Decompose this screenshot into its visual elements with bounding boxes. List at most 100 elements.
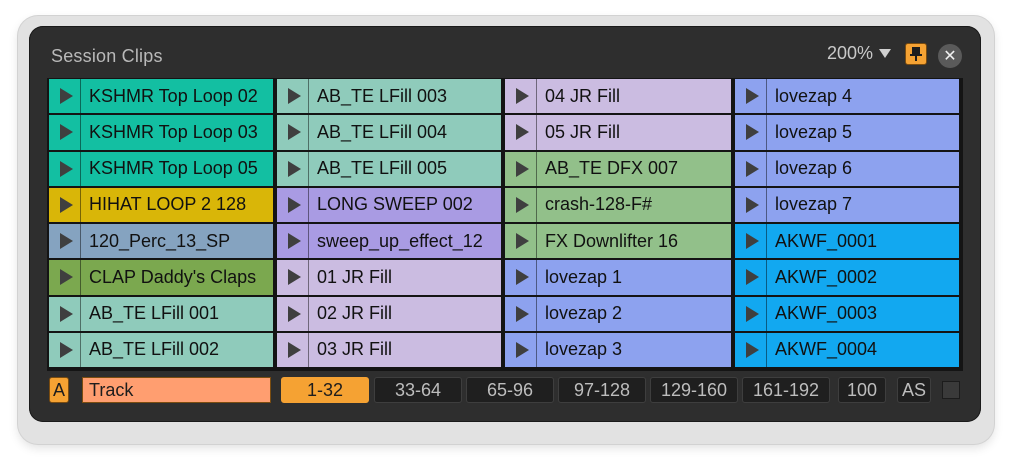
close-icon[interactable]: ✕ bbox=[938, 44, 962, 68]
clip-slot[interactable]: lovezap 3 bbox=[505, 332, 731, 367]
clip-name: lovezap 5 bbox=[775, 121, 853, 142]
clip-name: FX Downlifter 16 bbox=[545, 230, 679, 251]
play-icon[interactable] bbox=[505, 187, 537, 222]
clip-slot[interactable]: sweep_up_effect_12 bbox=[277, 224, 501, 259]
play-icon[interactable] bbox=[49, 296, 81, 331]
clip-slot[interactable]: FX Downlifter 16 bbox=[505, 224, 731, 259]
clip-name: KSHMR Top Loop 02 bbox=[89, 85, 258, 106]
zoom-dropdown[interactable]: 200% bbox=[827, 43, 892, 64]
clip-name: 05 JR Fill bbox=[545, 121, 621, 142]
clip-name: AB_TE LFill 004 bbox=[317, 121, 448, 142]
play-icon[interactable] bbox=[49, 260, 81, 295]
clip-slot[interactable]: KSHMR Top Loop 03 bbox=[49, 115, 273, 150]
play-icon[interactable] bbox=[277, 224, 309, 259]
clip-slot[interactable]: AB_TE DFX 007 bbox=[505, 151, 731, 186]
page-button-6[interactable]: 161-192 bbox=[742, 377, 830, 403]
square-toggle[interactable] bbox=[942, 381, 960, 399]
clip-slot[interactable]: lovezap 2 bbox=[505, 296, 731, 331]
play-icon[interactable] bbox=[49, 79, 81, 114]
clip-name: KSHMR Top Loop 05 bbox=[89, 158, 258, 179]
page-button-1[interactable]: 1-32 bbox=[281, 377, 369, 403]
play-icon[interactable] bbox=[277, 151, 309, 186]
clip-slot[interactable]: 02 JR Fill bbox=[277, 296, 501, 331]
clip-name: sweep_up_effect_12 bbox=[317, 230, 483, 251]
play-icon[interactable] bbox=[49, 332, 81, 367]
clip-slot[interactable]: lovezap 6 bbox=[735, 151, 959, 186]
play-icon[interactable] bbox=[49, 151, 81, 186]
session-clips-panel: Session Clips 200% ✕ KSHMR Top Loop 02 KS… bbox=[29, 26, 981, 422]
zoom-value: 200% bbox=[827, 43, 874, 63]
clip-name: crash-128-F# bbox=[545, 194, 653, 215]
clip-slot[interactable]: lovezap 1 bbox=[505, 260, 731, 295]
track-name-field[interactable]: Track bbox=[82, 377, 271, 403]
clip-slot[interactable]: AB_TE LFill 002 bbox=[49, 332, 273, 367]
play-icon[interactable] bbox=[49, 224, 81, 259]
clip-name: LONG SWEEP 002 bbox=[317, 194, 473, 215]
play-icon[interactable] bbox=[735, 79, 767, 114]
play-icon[interactable] bbox=[49, 187, 81, 222]
clip-name: AB_TE LFill 002 bbox=[89, 339, 220, 360]
clip-slot[interactable]: lovezap 4 bbox=[735, 79, 959, 114]
a-toggle-button[interactable]: A bbox=[49, 377, 69, 403]
page-button-2[interactable]: 33-64 bbox=[374, 377, 462, 403]
play-icon[interactable] bbox=[735, 115, 767, 150]
page-button-3[interactable]: 65-96 bbox=[466, 377, 554, 403]
play-icon[interactable] bbox=[505, 296, 537, 331]
clip-slot[interactable]: AKWF_0002 bbox=[735, 260, 959, 295]
clip-slot[interactable]: AB_TE LFill 004 bbox=[277, 115, 501, 150]
clip-slot[interactable]: KSHMR Top Loop 02 bbox=[49, 79, 273, 114]
as-button[interactable]: AS bbox=[897, 377, 931, 403]
clip-slot[interactable]: 120_Perc_13_SP bbox=[49, 224, 273, 259]
play-icon[interactable] bbox=[277, 296, 309, 331]
play-icon[interactable] bbox=[505, 151, 537, 186]
clip-name: AKWF_0001 bbox=[775, 230, 878, 251]
clip-slot[interactable]: AB_TE LFill 005 bbox=[277, 151, 501, 186]
clip-grid: KSHMR Top Loop 02 KSHMR Top Loop 03 KSHMR … bbox=[47, 78, 963, 371]
play-icon[interactable] bbox=[735, 296, 767, 331]
page-button-5[interactable]: 129-160 bbox=[650, 377, 738, 403]
play-icon[interactable] bbox=[505, 332, 537, 367]
play-icon[interactable] bbox=[505, 260, 537, 295]
clip-name: lovezap 7 bbox=[775, 194, 853, 215]
play-icon[interactable] bbox=[505, 115, 537, 150]
clip-name: 04 JR Fill bbox=[545, 85, 621, 106]
clip-slot[interactable]: 05 JR Fill bbox=[505, 115, 731, 150]
play-icon[interactable] bbox=[735, 260, 767, 295]
clip-slot[interactable]: AB_TE LFill 001 bbox=[49, 296, 273, 331]
clip-slot[interactable]: lovezap 7 bbox=[735, 187, 959, 222]
play-icon[interactable] bbox=[277, 115, 309, 150]
play-icon[interactable] bbox=[735, 187, 767, 222]
panel-title: Session Clips bbox=[51, 46, 163, 66]
clip-slot[interactable]: lovezap 5 bbox=[735, 115, 959, 150]
clip-slot[interactable]: 01 JR Fill bbox=[277, 260, 501, 295]
play-icon[interactable] bbox=[277, 332, 309, 367]
page-button-4[interactable]: 97-128 bbox=[558, 377, 646, 403]
clip-name: AKWF_0004 bbox=[775, 339, 878, 360]
play-icon[interactable] bbox=[505, 224, 537, 259]
clip-name: AB_TE LFill 001 bbox=[89, 303, 220, 324]
clip-slot[interactable]: crash-128-F# bbox=[505, 187, 731, 222]
play-icon[interactable] bbox=[277, 79, 309, 114]
clip-name: lovezap 4 bbox=[775, 85, 853, 106]
play-icon[interactable] bbox=[277, 260, 309, 295]
play-icon[interactable] bbox=[49, 115, 81, 150]
play-icon[interactable] bbox=[735, 224, 767, 259]
clip-slot[interactable]: AKWF_0001 bbox=[735, 224, 959, 259]
play-icon[interactable] bbox=[735, 151, 767, 186]
clip-name: 120_Perc_13_SP bbox=[89, 230, 231, 251]
clip-slot[interactable]: CLAP Daddy's Claps bbox=[49, 260, 273, 295]
play-icon[interactable] bbox=[277, 187, 309, 222]
play-icon[interactable] bbox=[735, 332, 767, 367]
pin-icon[interactable] bbox=[905, 43, 927, 65]
clip-slot[interactable]: AKWF_0004 bbox=[735, 332, 959, 367]
clip-column-1: KSHMR Top Loop 02 KSHMR Top Loop 03 KSHMR … bbox=[49, 79, 273, 369]
clip-slot[interactable]: 04 JR Fill bbox=[505, 79, 731, 114]
value-button[interactable]: 100 bbox=[838, 377, 886, 403]
clip-slot[interactable]: AB_TE LFill 003 bbox=[277, 79, 501, 114]
clip-slot[interactable]: HIHAT LOOP 2 128 bbox=[49, 187, 273, 222]
clip-slot[interactable]: LONG SWEEP 002 bbox=[277, 187, 501, 222]
play-icon[interactable] bbox=[505, 79, 537, 114]
clip-slot[interactable]: KSHMR Top Loop 05 bbox=[49, 151, 273, 186]
clip-slot[interactable]: AKWF_0003 bbox=[735, 296, 959, 331]
clip-slot[interactable]: 03 JR Fill bbox=[277, 332, 501, 367]
